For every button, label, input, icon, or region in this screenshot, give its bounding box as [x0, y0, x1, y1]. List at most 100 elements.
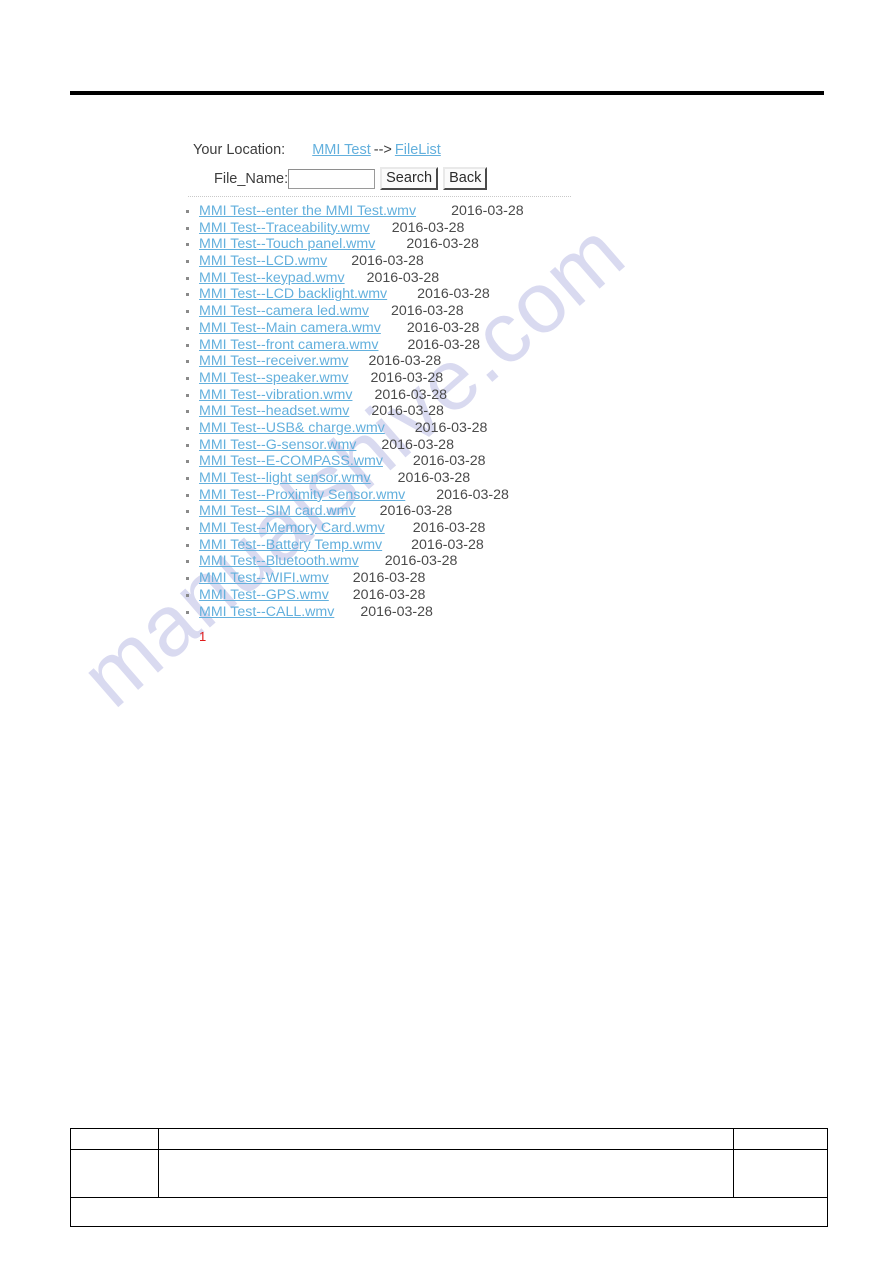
- bullet-icon: [186, 293, 189, 297]
- file-link[interactable]: MMI Test--GPS.wmv: [199, 587, 329, 603]
- list-item: MMI Test--Main camera.wmv 2016-03-28: [0, 320, 893, 337]
- file-link[interactable]: MMI Test--Memory Card.wmv: [199, 520, 385, 536]
- file-link[interactable]: MMI Test--receiver.wmv: [199, 353, 349, 369]
- bullet-icon: [186, 543, 189, 547]
- file-date: 2016-03-28: [371, 403, 444, 420]
- search-divider: [188, 196, 571, 197]
- header-divider-rule: [70, 91, 824, 95]
- list-item: MMI Test--Proximity Sensor.wmv 2016-03-28: [0, 487, 893, 504]
- file-date: 2016-03-28: [379, 503, 453, 520]
- bullet-icon: [186, 360, 189, 364]
- document-page: manualshive.com Your Location: MMI Test -…: [0, 0, 893, 1263]
- table-row: [70, 1149, 828, 1198]
- list-item: MMI Test--USB& charge.wmv 2016-03-28: [0, 420, 893, 437]
- file-link[interactable]: MMI Test--Battery Temp.wmv: [199, 537, 382, 553]
- file-date: 2016-03-28: [351, 253, 424, 270]
- bullet-icon: [186, 326, 189, 330]
- file-link[interactable]: MMI Test--Main camera.wmv: [199, 320, 381, 336]
- file-link[interactable]: MMI Test--SIM card.wmv: [199, 503, 356, 519]
- file-link[interactable]: MMI Test--WIFI.wmv: [199, 570, 329, 586]
- file-date: 2016-03-28: [412, 520, 486, 537]
- list-item: MMI Test--CALL.wmv 2016-03-28: [0, 604, 893, 621]
- list-item: MMI Test--keypad.wmv 2016-03-28: [0, 270, 893, 287]
- breadcrumb: Your Location: MMI Test --> FileList: [0, 142, 893, 162]
- file-date: 2016-03-28: [368, 353, 442, 370]
- footer-cell: [733, 1149, 828, 1198]
- file-link[interactable]: MMI Test--CALL.wmv: [199, 604, 334, 620]
- bullet-icon: [186, 443, 189, 447]
- footer-cell: [70, 1128, 159, 1150]
- file-date: 2016-03-28: [436, 486, 509, 503]
- bullet-icon: [186, 593, 189, 597]
- footer-cell: [158, 1128, 734, 1150]
- list-item: MMI Test--E-COMPASS.wmv 2016-03-28: [0, 453, 893, 470]
- file-date: 2016-03-28: [417, 286, 490, 303]
- table-row: [70, 1197, 828, 1227]
- file-link[interactable]: MMI Test--headset.wmv: [199, 403, 349, 419]
- bullet-icon: [186, 477, 189, 480]
- list-item: MMI Test--camera led.wmv 2016-03-28: [0, 303, 893, 320]
- file-link[interactable]: MMI Test--Bluetooth.wmv: [199, 553, 359, 569]
- list-item: MMI Test--WIFI.wmv 2016-03-28: [0, 570, 893, 587]
- file-link[interactable]: MMI Test--light sensor.wmv: [199, 470, 371, 486]
- list-item: MMI Test--Bluetooth.wmv 2016-03-28: [0, 553, 893, 570]
- file-link[interactable]: MMI Test--Traceability.wmv: [199, 220, 370, 236]
- file-link[interactable]: MMI Test--camera led.wmv: [199, 303, 369, 319]
- file-link[interactable]: MMI Test--keypad.wmv: [199, 270, 345, 286]
- list-item: MMI Test--Battery Temp.wmv 2016-03-28: [0, 537, 893, 554]
- file-link[interactable]: MMI Test--G-sensor.wmv: [199, 437, 356, 453]
- footer-cell: [733, 1128, 828, 1150]
- bullet-icon: [186, 577, 189, 581]
- file-link[interactable]: MMI Test--LCD backlight.wmv: [199, 286, 387, 302]
- bullet-icon: [186, 310, 189, 314]
- list-item: MMI Test--GPS.wmv 2016-03-28: [0, 587, 893, 604]
- list-item: MMI Test--speaker.wmv 2016-03-28: [0, 370, 893, 387]
- file-date: 2016-03-28: [381, 436, 454, 453]
- file-link[interactable]: MMI Test--Proximity Sensor.wmv: [199, 487, 405, 503]
- back-button[interactable]: Back: [443, 167, 488, 190]
- file-link[interactable]: MMI Test--front camera.wmv: [199, 337, 378, 353]
- file-date: 2016-03-28: [374, 386, 448, 403]
- file-date: 2016-03-28: [406, 236, 479, 253]
- file-date: 2016-03-28: [384, 553, 458, 570]
- list-item: MMI Test--enter the MMI Test.wmv 2016-03-…: [0, 203, 893, 220]
- file-date: 2016-03-28: [352, 586, 426, 603]
- bullet-icon: [186, 243, 189, 247]
- file-date: 2016-03-28: [406, 319, 480, 336]
- file-link[interactable]: MMI Test--enter the MMI Test.wmv: [199, 203, 416, 219]
- file-date: 2016-03-28: [397, 470, 471, 486]
- bullet-icon: [186, 343, 189, 347]
- file-link[interactable]: MMI Test--E-COMPASS.wmv: [199, 453, 383, 469]
- breadcrumb-link-mmi-test[interactable]: MMI Test: [312, 142, 371, 158]
- file-link[interactable]: MMI Test--speaker.wmv: [199, 370, 349, 386]
- file-date: 2016-03-28: [391, 303, 464, 320]
- bullet-icon: [186, 560, 189, 564]
- bullet-icon: [186, 210, 189, 213]
- pagination: 1: [0, 629, 893, 644]
- list-item: MMI Test--G-sensor.wmv 2016-03-28: [0, 437, 893, 454]
- file-date: 2016-03-28: [451, 203, 524, 219]
- list-item: MMI Test--LCD.wmv 2016-03-28: [0, 253, 893, 270]
- file-link[interactable]: MMI Test--LCD.wmv: [199, 253, 327, 269]
- bullet-icon: [186, 393, 189, 397]
- footer-cell: [158, 1149, 734, 1198]
- list-item: MMI Test--front camera.wmv 2016-03-28: [0, 337, 893, 354]
- search-button[interactable]: Search: [380, 167, 439, 190]
- list-item: MMI Test--LCD backlight.wmv 2016-03-28: [0, 286, 893, 303]
- file-link[interactable]: MMI Test--USB& charge.wmv: [199, 420, 385, 436]
- bullet-icon: [186, 226, 189, 230]
- file-name-label: File_Name:: [214, 170, 289, 187]
- file-link[interactable]: MMI Test--Touch panel.wmv: [199, 236, 375, 252]
- filelist-content: Your Location: MMI Test --> FileList File_…: [0, 142, 893, 644]
- list-item: MMI Test--vibration.wmv 2016-03-28: [0, 387, 893, 404]
- file-date: 2016-03-28: [366, 269, 440, 286]
- page-number-1[interactable]: 1: [199, 629, 206, 644]
- file-date: 2016-03-28: [412, 453, 486, 470]
- file-date: 2016-03-28: [352, 570, 426, 587]
- footer-cell: [70, 1197, 828, 1227]
- breadcrumb-link-filelist[interactable]: FileList: [395, 142, 441, 158]
- file-name-input[interactable]: [288, 168, 376, 189]
- file-link[interactable]: MMI Test--vibration.wmv: [199, 387, 352, 403]
- file-date: 2016-03-28: [360, 603, 433, 620]
- bullet-icon: [186, 276, 189, 280]
